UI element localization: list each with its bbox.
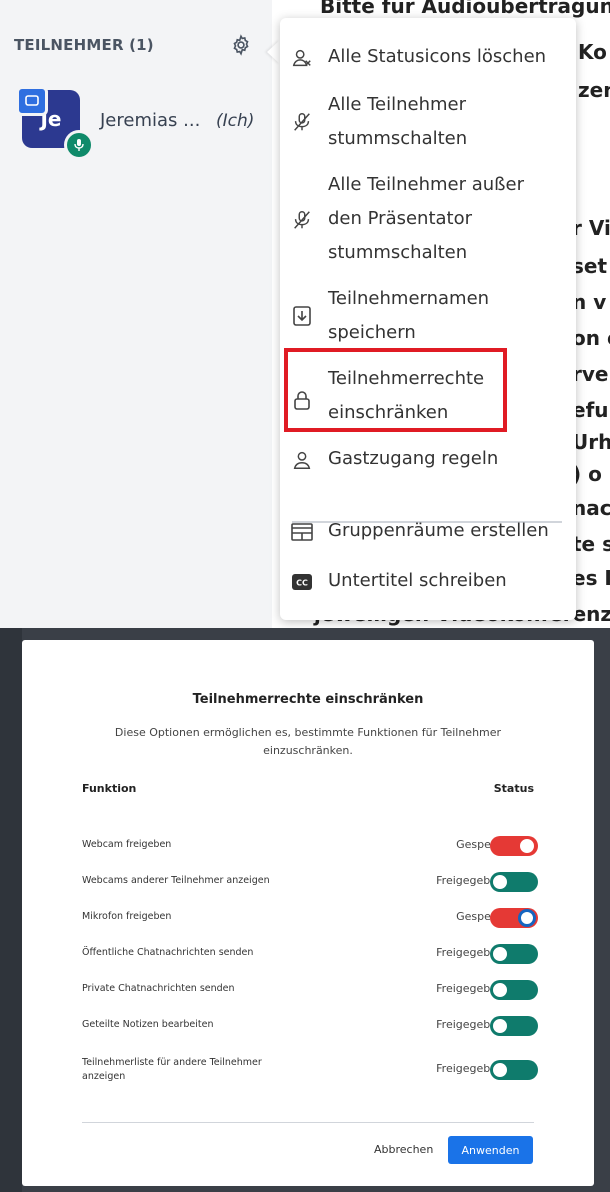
menu-item-label: Alle Teilnehmer außer (328, 174, 524, 195)
doc-text-line: Ko (578, 40, 607, 64)
mic-muted-icon (290, 208, 314, 232)
participant-item[interactable]: Je Jeremias ... (Ich) (16, 86, 272, 160)
participants-sidebar: TEILNEHMER (1) Je Jeremias ... (Ich) (0, 0, 272, 628)
lock-row-see-other-webcams: Webcams anderer Teilnehmer anzeigen Frei… (22, 866, 594, 896)
doc-text-line: eful (572, 398, 610, 422)
menu-item-label: Alle Teilnehmer (328, 94, 467, 115)
modal-title: Teilnehmerrechte einschränken (192, 692, 424, 707)
lock-row-shared-notes: Geteilte Notizen bearbeiten Freigegeben (22, 1010, 594, 1040)
menu-item-label: Gruppenräume erstellen (328, 520, 549, 541)
lock-row-label: Öffentliche Chatnachrichten senden (82, 947, 254, 958)
lock-settings-modal: Teilnehmerrechte einschränken Diese Opti… (22, 640, 594, 1186)
menu-pointer (267, 40, 280, 64)
lock-row-private-chat: Private Chatnachrichten senden Freigegeb… (22, 974, 594, 1004)
modal-description: Diese Optionen ermöglichen es, bestimmte… (114, 726, 502, 757)
menu-item-mute-all[interactable]: Alle Teilnehmer stummschalten (280, 88, 576, 158)
participant-self-label: (Ich) (216, 111, 255, 131)
svg-text:CC: CC (296, 579, 308, 588)
lock-row-label: Webcam freigeben (82, 839, 172, 850)
lock-row-label: Private Chatnachrichten senden (82, 983, 235, 994)
lock-row-label: Teilnehmerliste für andere Teilnehmer an… (82, 1057, 262, 1082)
breakout-rooms-icon (290, 520, 314, 544)
lock-row-label: Mikrofon freigeben (82, 911, 172, 922)
modal-divider (82, 1122, 534, 1123)
lock-toggle-private-chat[interactable] (490, 980, 538, 1000)
user-icon (290, 448, 314, 472)
lock-toggle-public-chat[interactable] (490, 944, 538, 964)
lock-row-webcam: Webcam freigeben Gesperrt (22, 830, 594, 860)
lock-row-label: Geteilte Notizen bearbeiten (82, 1019, 214, 1030)
lock-row-microphone: Mikrofon freigeben Gesperrt (22, 902, 594, 932)
download-icon (290, 304, 314, 328)
menu-item-label: Gastzugang regeln (328, 448, 499, 469)
highlight-box (284, 348, 507, 432)
mic-muted-icon (290, 110, 314, 134)
doc-text-line: Urh (572, 430, 610, 454)
column-header-status: Status (493, 782, 534, 795)
lock-toggle-shared-notes[interactable] (490, 1016, 538, 1036)
menu-item-label: den Präsentator (328, 208, 473, 229)
menu-item-label: Alle Statusicons löschen (328, 46, 547, 67)
menu-item-label: Teilnehmernamen (328, 288, 490, 309)
menu-item-save-names[interactable]: Teilnehmernamen speichern (280, 282, 576, 352)
lock-toggle-microphone[interactable] (490, 908, 538, 928)
menu-item-captions[interactable]: CC Untertitel schreiben (280, 562, 576, 602)
menu-item-breakout-rooms[interactable]: Gruppenräume erstellen (280, 512, 576, 552)
doc-text-line: es I (572, 566, 610, 590)
menu-item-guest-policy[interactable]: Gastzugang regeln (280, 440, 576, 480)
menu-item-label: stummschalten (328, 128, 468, 149)
toggle-knob (518, 837, 536, 855)
menu-item-label: stummschalten (328, 242, 468, 263)
doc-text-line: zen (578, 78, 610, 102)
closed-captions-icon: CC (290, 570, 314, 594)
gear-icon[interactable] (226, 30, 256, 60)
lock-row-public-chat: Öffentliche Chatnachrichten senden Freig… (22, 938, 594, 968)
lock-row-label: Webcams anderer Teilnehmer anzeigen (82, 875, 270, 886)
doc-text-line: on c (572, 326, 610, 350)
toggle-knob (491, 981, 509, 999)
lock-toggle-webcam[interactable] (490, 836, 538, 856)
toggle-knob (491, 873, 509, 891)
cancel-button[interactable]: Abbrechen (374, 1143, 433, 1156)
doc-text-line: nac (572, 496, 610, 520)
menu-item-mute-all-except-presenter[interactable]: Alle Teilnehmer außer den Präsentator st… (280, 168, 576, 274)
toggle-knob (491, 1017, 509, 1035)
participants-panel-screenshot: Bitte für Audioübertragunge Ko zen r Vi … (0, 0, 610, 628)
menu-item-label: speichern (328, 322, 416, 343)
webcam-icon (16, 86, 48, 116)
toggle-knob (491, 945, 509, 963)
participant-name: Jeremias ... (100, 110, 201, 131)
doc-text-line: n v (572, 290, 607, 314)
toggle-knob (491, 1061, 509, 1079)
participants-title: TEILNEHMER (1) (14, 36, 154, 54)
apply-button[interactable]: Anwenden (448, 1136, 533, 1164)
doc-text-line: te s (572, 532, 610, 556)
menu-item-clear-status[interactable]: Alle Statusicons löschen (280, 38, 576, 78)
lock-row-user-list: Teilnehmerliste für andere Teilnehmer an… (22, 1054, 594, 1094)
doc-text-line: rve (572, 362, 609, 386)
menu-item-label: Untertitel schreiben (328, 570, 507, 591)
doc-text-line: r Vi (572, 216, 610, 240)
lock-toggle-see-other-webcams[interactable] (490, 872, 538, 892)
doc-text-line: Bitte für Audioübertragunge (320, 0, 610, 18)
participant-options-menu: Alle Statusicons löschen Alle Teilnehmer… (280, 18, 576, 620)
doc-text-line: ) o (572, 462, 602, 486)
user-clear-icon (290, 46, 314, 70)
toggle-knob (518, 909, 536, 927)
doc-text-line: set (572, 254, 608, 278)
lock-settings-screenshot: Teilnehmerrechte einschränken Diese Opti… (0, 628, 610, 1192)
column-header-function: Funktion (82, 782, 137, 795)
lock-toggle-user-list[interactable] (490, 1060, 538, 1080)
microphone-icon (64, 130, 94, 160)
backdrop (0, 628, 22, 1192)
